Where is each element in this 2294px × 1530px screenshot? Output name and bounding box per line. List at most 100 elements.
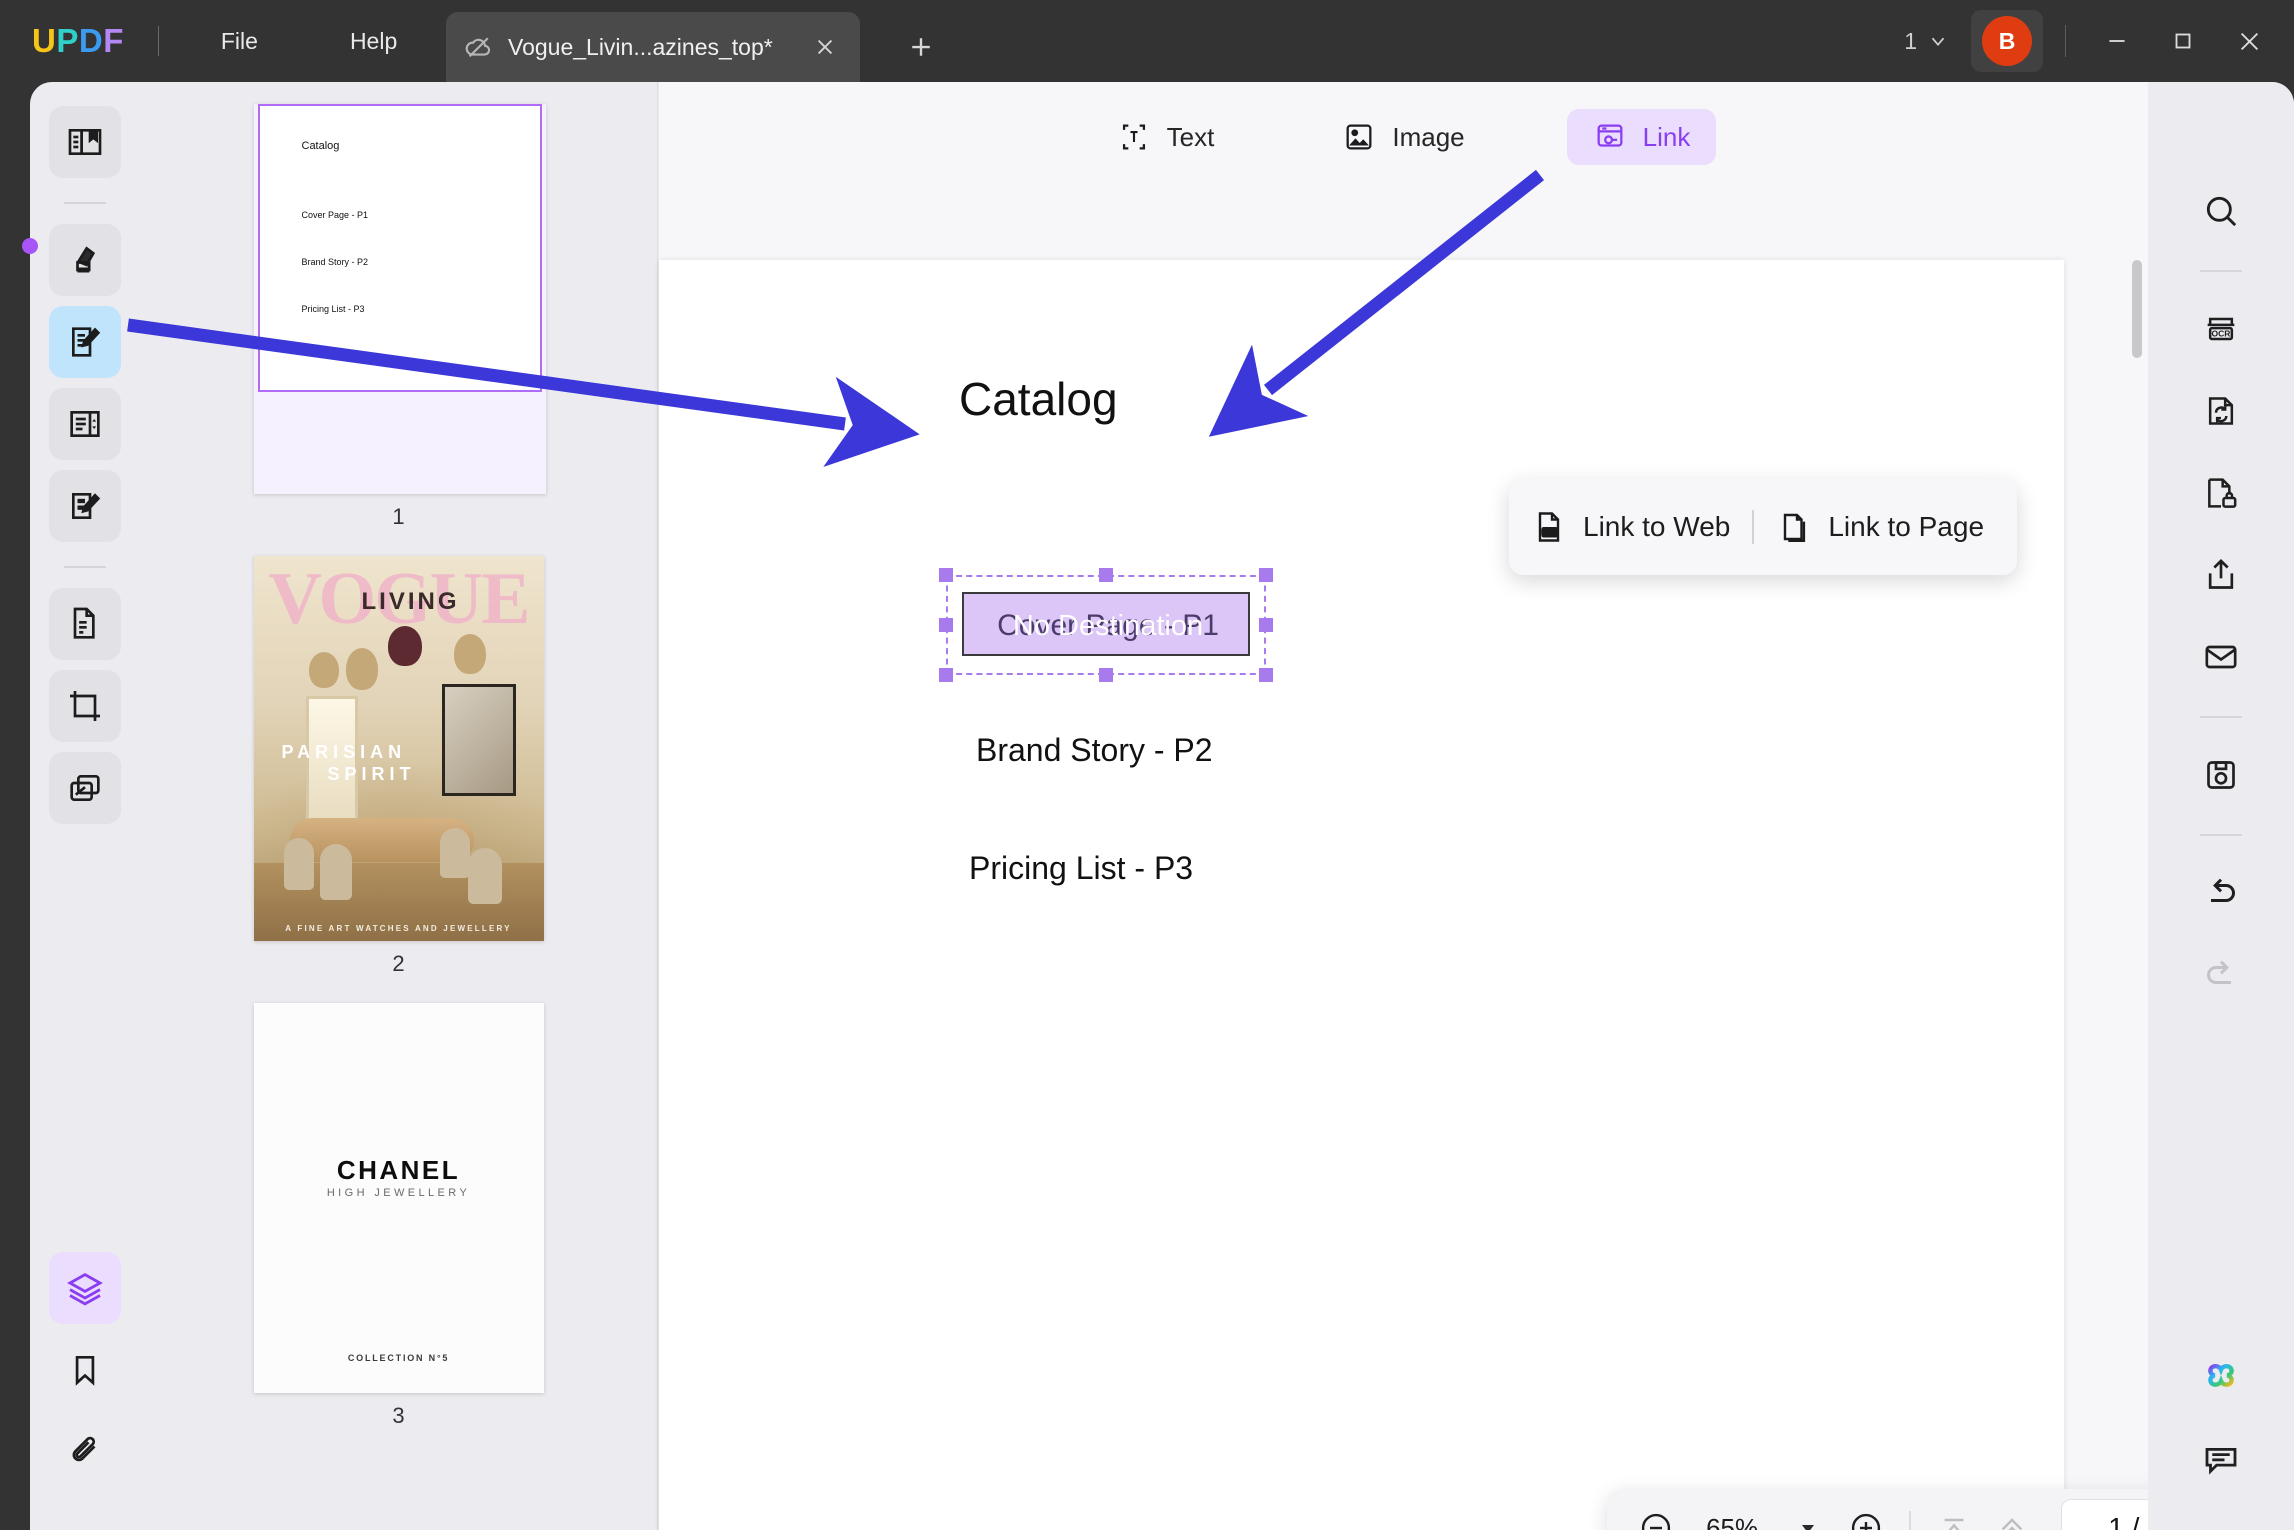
thumbnail-page-surface: CHANEL HIGH JEWELLERY COLLECTION N°5	[253, 1003, 544, 1393]
link-annotation-selection[interactable]: Cover Page - P1 No Destination	[939, 568, 1273, 682]
organize-pages-tool[interactable]	[49, 588, 121, 660]
menu-file[interactable]: File	[201, 20, 278, 63]
thumb1-line-2: Brand Story - P2	[301, 257, 369, 267]
share-tool[interactable]	[2188, 542, 2254, 608]
crop-tool[interactable]	[49, 670, 121, 742]
thumbnail-page-surface: VOGUE LIVING PARISIAN SPIRIT A FINE ART …	[253, 556, 544, 941]
resize-handle-sw[interactable]	[939, 668, 953, 682]
attachment-panel-tool[interactable]	[49, 1416, 121, 1488]
logo-letter-f: F	[103, 22, 124, 59]
resize-handle-e[interactable]	[1259, 618, 1273, 632]
email-tool[interactable]	[2188, 624, 2254, 690]
logo-letter-u: U	[32, 22, 57, 59]
thumbnail-number: 1	[392, 504, 405, 529]
maximize-button[interactable]	[2150, 0, 2216, 82]
search-icon	[2206, 196, 2237, 227]
previous-page-button[interactable]	[1987, 1502, 2037, 1530]
batch-tool[interactable]	[49, 752, 121, 824]
sign-tool[interactable]	[49, 470, 121, 542]
resize-handle-nw[interactable]	[939, 568, 953, 582]
page-thumbnail-panel[interactable]: Catalog Cover Page - P1 Brand Story - P2…	[140, 82, 658, 1530]
lock-document-icon	[2208, 478, 2237, 508]
vertical-scrollbar[interactable]	[2132, 260, 2142, 358]
page-copy-icon	[1784, 513, 1806, 542]
tab-image-label: Image	[1392, 121, 1465, 152]
thumb1-line-1: Cover Page - P1	[301, 210, 369, 220]
resize-handle-ne[interactable]	[1259, 568, 1273, 582]
left-tool-sidebar	[30, 82, 140, 1530]
reader-tool[interactable]	[49, 106, 121, 178]
thumb1-title: Catalog	[301, 140, 340, 152]
ai-assistant-tool[interactable]	[2188, 1344, 2254, 1410]
ocr-icon: OCR	[2207, 317, 2235, 341]
cover-lamp	[453, 634, 486, 674]
zoom-out-icon	[1641, 1513, 1671, 1530]
avatar: B	[1982, 16, 2032, 66]
tool-divider	[64, 566, 106, 568]
resize-handle-n[interactable]	[1099, 568, 1113, 582]
protect-tool[interactable]	[2188, 460, 2254, 526]
account-button[interactable]: B	[1971, 10, 2043, 72]
ai-clover-icon	[2208, 1364, 2234, 1387]
zoom-preset-dropdown[interactable]	[1783, 1502, 1833, 1530]
thumbnail-item-3[interactable]: CHANEL HIGH JEWELLERY COLLECTION N°5 3	[253, 1003, 544, 1429]
layers-panel-tool[interactable]	[49, 1252, 121, 1324]
thumbnail-item-1[interactable]: Catalog Cover Page - P1 Brand Story - P2…	[253, 104, 546, 530]
comment-tool[interactable]	[2188, 1426, 2254, 1492]
thumbnail-number: 2	[392, 951, 405, 976]
tab-link[interactable]: Link	[1566, 109, 1717, 165]
redo-tool[interactable]	[2188, 942, 2254, 1008]
page-organize-icon	[73, 607, 95, 639]
menu-help[interactable]: Help	[330, 20, 417, 63]
tab-text[interactable]: Text	[1091, 109, 1241, 165]
link-type-popup: URL Link to Web Link to Page	[1509, 479, 2017, 575]
undo-tool[interactable]	[2188, 860, 2254, 926]
tab-text-label: Text	[1166, 121, 1215, 152]
thumb1-line-3: Pricing List - P3	[301, 304, 365, 314]
document-count-value: 1	[1904, 27, 1917, 54]
form-tool[interactable]	[49, 388, 121, 460]
resize-handle-w[interactable]	[939, 618, 953, 632]
resize-handle-se[interactable]	[1259, 668, 1273, 682]
zoom-in-button[interactable]	[1841, 1502, 1891, 1530]
url-document-icon: URL	[1538, 512, 1560, 542]
annotate-tool[interactable]	[49, 224, 121, 296]
close-tab-button[interactable]	[808, 30, 842, 64]
cover-chair	[439, 828, 470, 878]
cover-lamp	[308, 652, 339, 688]
ocr-tool[interactable]: OCR	[2188, 296, 2254, 362]
document-count-dropdown[interactable]: 1	[1894, 22, 1959, 61]
sidebar-collapse-indicator[interactable]	[22, 238, 38, 254]
tab-image[interactable]: Image	[1316, 109, 1490, 165]
first-page-button[interactable]	[1929, 1502, 1979, 1530]
chat-bubble-icon	[2205, 1447, 2237, 1475]
new-tab-button[interactable]	[900, 26, 942, 68]
right-tool-divider	[2200, 834, 2242, 836]
resize-handle-s[interactable]	[1099, 668, 1113, 682]
layers-icon	[67, 1273, 103, 1306]
link-to-page-button[interactable]: Link to Page	[1754, 509, 2006, 545]
right-tool-divider	[2200, 270, 2242, 272]
pager-divider	[1909, 1511, 1912, 1530]
convert-document-icon	[2208, 397, 2234, 425]
save-tool[interactable]	[2188, 742, 2254, 808]
search-tool[interactable]	[2188, 178, 2254, 244]
pdf-page[interactable]: Catalog Cover Page - P1 No Destination B…	[659, 260, 2064, 1530]
link-box-icon	[1597, 124, 1623, 147]
cloud-off-icon	[465, 37, 491, 58]
form-fields-icon	[70, 411, 100, 437]
close-window-button[interactable]	[2216, 0, 2282, 82]
link-annotation-box[interactable]: Cover Page - P1 No Destination	[962, 592, 1250, 656]
bookmark-panel-tool[interactable]	[49, 1334, 121, 1406]
link-to-web-button[interactable]: URL Link to Web	[1509, 509, 1752, 545]
convert-tool[interactable]	[2188, 378, 2254, 444]
document-tab[interactable]: Vogue_Livin...azines_top*	[446, 12, 860, 82]
thumbnail-item-2[interactable]: VOGUE LIVING PARISIAN SPIRIT A FINE ART …	[253, 556, 544, 977]
zoom-out-button[interactable]	[1631, 1502, 1681, 1530]
chanel-subtitle: HIGH JEWELLERY	[326, 1187, 471, 1199]
edit-pdf-tool[interactable]	[49, 306, 121, 378]
zoom-level-value[interactable]: 65%	[1689, 1513, 1775, 1530]
titlebar-right-controls: 1 B	[1894, 0, 2294, 82]
minimize-button[interactable]	[2084, 0, 2150, 82]
edit-document-icon	[72, 327, 101, 357]
